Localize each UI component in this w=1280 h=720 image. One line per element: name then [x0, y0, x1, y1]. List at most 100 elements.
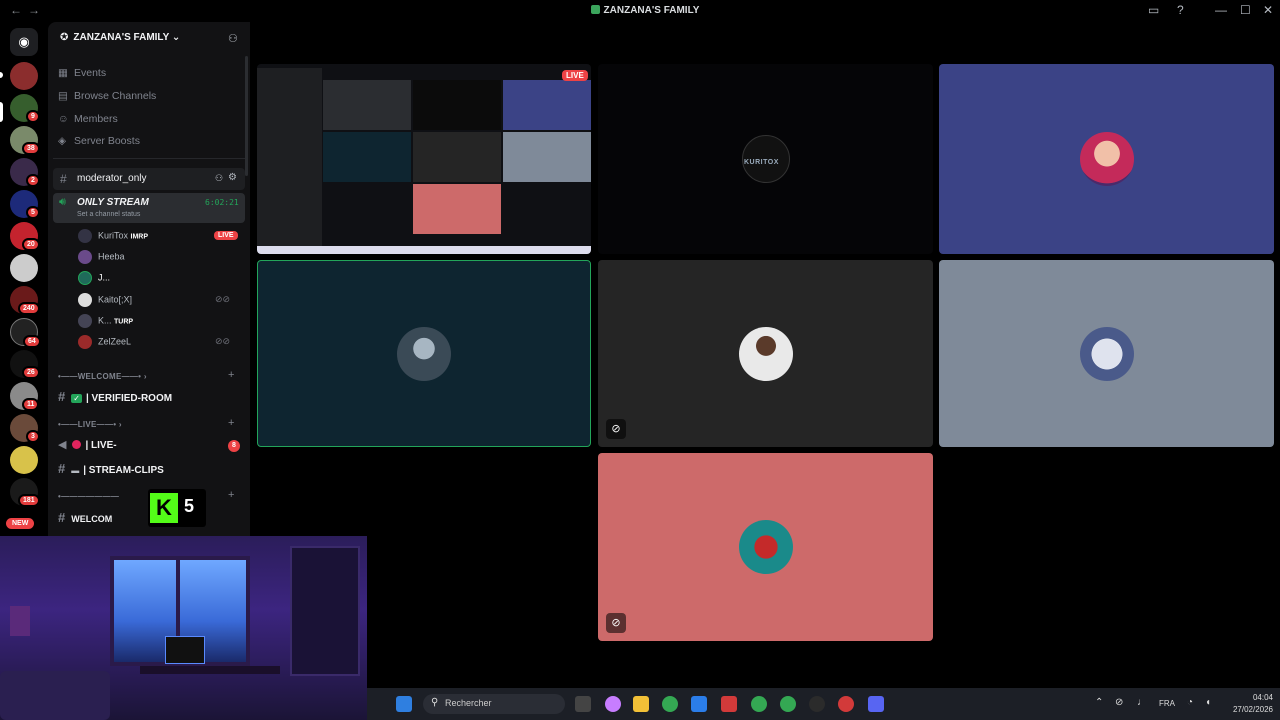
category-welcome[interactable]: •——WELCOME——• ›	[58, 372, 147, 381]
windows-start-icon[interactable]	[396, 696, 412, 712]
video-tile-speaking[interactable]	[257, 260, 591, 447]
server-5[interactable]: 5	[10, 190, 40, 219]
inbox-icon[interactable]: ▭	[1148, 3, 1159, 17]
window-title-text: ZANZANA'S FAMILY	[603, 5, 700, 16]
server-7[interactable]	[10, 254, 38, 282]
store-icon[interactable]	[691, 696, 707, 712]
search-icon: ⚲	[431, 697, 439, 708]
chrome-profile-4-icon[interactable]	[838, 696, 854, 712]
voice-user[interactable]: J...	[78, 271, 110, 285]
network-off-icon[interactable]: ⊘	[1115, 697, 1123, 708]
invite-people-icon[interactable]: ⚇	[228, 32, 238, 45]
chevron-up-icon[interactable]: ⌃	[1095, 697, 1103, 708]
add-channel-icon[interactable]: +	[228, 489, 234, 501]
server-rail: ◉ 9 38 2 5 20 240 64 26 11 3 181 NEW	[0, 22, 48, 536]
chevron-down-icon: ⌄	[171, 32, 181, 43]
server-1[interactable]	[10, 62, 38, 90]
category-other[interactable]: •———————	[58, 492, 119, 501]
nav-members[interactable]: ☺ Members	[58, 113, 118, 125]
voice-user[interactable]: Heeba	[78, 250, 125, 264]
server-9[interactable]: 64	[10, 318, 41, 348]
back-arrow-icon[interactable]: ←	[10, 3, 22, 17]
logo-text: KURITOX	[744, 159, 779, 166]
forward-arrow-icon[interactable]: →	[28, 3, 40, 17]
avatar	[78, 229, 92, 243]
volume-icon[interactable]: ◖	[1205, 697, 1211, 708]
close-button[interactable]: ✕	[1263, 3, 1273, 17]
server-14[interactable]: 181	[10, 478, 40, 507]
voice-channel-only-stream[interactable]: 🔊︎ ONLY STREAM Set a channel status 6:02…	[53, 193, 245, 223]
server-6[interactable]: 20	[10, 222, 40, 251]
avatar	[78, 271, 92, 285]
server-13[interactable]	[10, 446, 38, 474]
task-view-icon[interactable]	[575, 696, 591, 712]
microphone-icon[interactable]: ♩	[1137, 697, 1147, 708]
monitor	[165, 636, 205, 664]
chrome-profile-2-icon[interactable]	[780, 696, 796, 712]
voice-user[interactable]: K... TURP	[78, 314, 133, 328]
server-3[interactable]: 38	[10, 126, 40, 155]
clock-time[interactable]: 04:04	[1237, 693, 1273, 702]
new-badge[interactable]: NEW	[6, 518, 35, 529]
invite-icon[interactable]: ⚇	[215, 173, 223, 184]
clock-date[interactable]: 27/02/2026	[1222, 705, 1273, 714]
channel-verified-room[interactable]: # ✓ | VERIFIED-ROOM	[58, 389, 172, 404]
video-tile-kuritox[interactable]: KURITOX	[598, 64, 933, 254]
server-8[interactable]: 240	[10, 286, 40, 315]
video-tile-heeba[interactable]	[939, 64, 1274, 254]
channel-moderator-only[interactable]: # moderator_only ⚇ ⚙	[53, 168, 245, 190]
windows-taskbar: ⚲ Rechercher ⌃ ⊘ ♩ FRA ◔ ◖ 04:04 27/02/2…	[367, 688, 1280, 720]
nav-events[interactable]: ▦ Events	[58, 67, 106, 79]
chrome-profile-icon[interactable]	[751, 696, 767, 712]
help-icon[interactable]: ?	[1177, 3, 1184, 17]
server-header[interactable]: ✪ ZANZANA'S FAMILY ⌄	[60, 32, 180, 43]
server-icon	[590, 5, 600, 14]
chrome-icon[interactable]	[662, 696, 678, 712]
copilot-icon[interactable]	[605, 696, 621, 712]
video-tile-user[interactable]: ⊘	[598, 260, 933, 447]
channel-live[interactable]: ◀ | LIVE-	[58, 438, 117, 451]
discord-home-icon[interactable]: ◉	[10, 28, 38, 56]
app-w-icon[interactable]	[721, 696, 737, 712]
video-tile-user-grey[interactable]	[939, 260, 1274, 447]
discord-taskbar-icon[interactable]	[868, 696, 884, 712]
wifi-icon[interactable]: ◔	[1187, 697, 1193, 708]
gear-icon[interactable]: ⚙	[228, 172, 237, 183]
channel-name: WELCOM	[71, 514, 113, 524]
server-10[interactable]: 26	[10, 350, 40, 379]
webcam-overlay	[0, 536, 367, 720]
channel-sidebar: ✪ ZANZANA'S FAMILY ⌄ ⚇ ▦ Events ▤ Browse Ch…	[48, 22, 250, 536]
server-4[interactable]: 2	[10, 158, 40, 187]
channel-stream-clips[interactable]: # ▬ | STREAM-CLIPS	[58, 461, 164, 476]
channel-status[interactable]: Set a channel status	[77, 211, 140, 218]
voice-user[interactable]: Kaito[;X]	[78, 293, 132, 307]
voice-user[interactable]: ZelZeeL	[78, 335, 131, 349]
minimize-button[interactable]: —	[1215, 3, 1227, 17]
server-2[interactable]: 9	[10, 94, 40, 123]
avatar	[78, 335, 92, 349]
server-12[interactable]: 3	[10, 414, 40, 443]
language-indicator[interactable]: FRA	[1159, 699, 1175, 708]
mic-muted-icon: ⊘⊘	[215, 294, 231, 304]
boost-icon: ◈	[58, 135, 67, 147]
voice-user[interactable]: KuriTox IMRP	[78, 229, 148, 243]
stream-tile[interactable]: LIVE	[257, 64, 591, 254]
maximize-button[interactable]: ☐	[1240, 3, 1251, 17]
taskbar-search[interactable]: ⚲ Rechercher	[423, 694, 565, 714]
server-11[interactable]: 11	[10, 382, 40, 411]
video-tile-user-pink[interactable]: ⊘	[598, 453, 933, 641]
avatar	[1079, 326, 1134, 381]
add-channel-icon[interactable]: +	[228, 417, 234, 429]
category-live[interactable]: •——LIVE——• ›	[58, 420, 122, 429]
file-explorer-icon[interactable]	[633, 696, 649, 712]
nav-server-boosts[interactable]: ◈ Server Boosts	[58, 135, 140, 147]
chrome-profile-3-icon[interactable]	[809, 696, 825, 712]
channel-welcome[interactable]: # WELCOM	[58, 510, 112, 525]
avatar	[738, 326, 793, 381]
add-channel-icon[interactable]: +	[228, 369, 234, 381]
nav-browse-channels[interactable]: ▤ Browse Channels	[58, 90, 156, 102]
film-icon: ▬	[71, 466, 80, 475]
user-tag: TURP	[114, 318, 134, 326]
avatar	[78, 314, 92, 328]
sidebar-scrollbar[interactable]	[245, 56, 248, 176]
